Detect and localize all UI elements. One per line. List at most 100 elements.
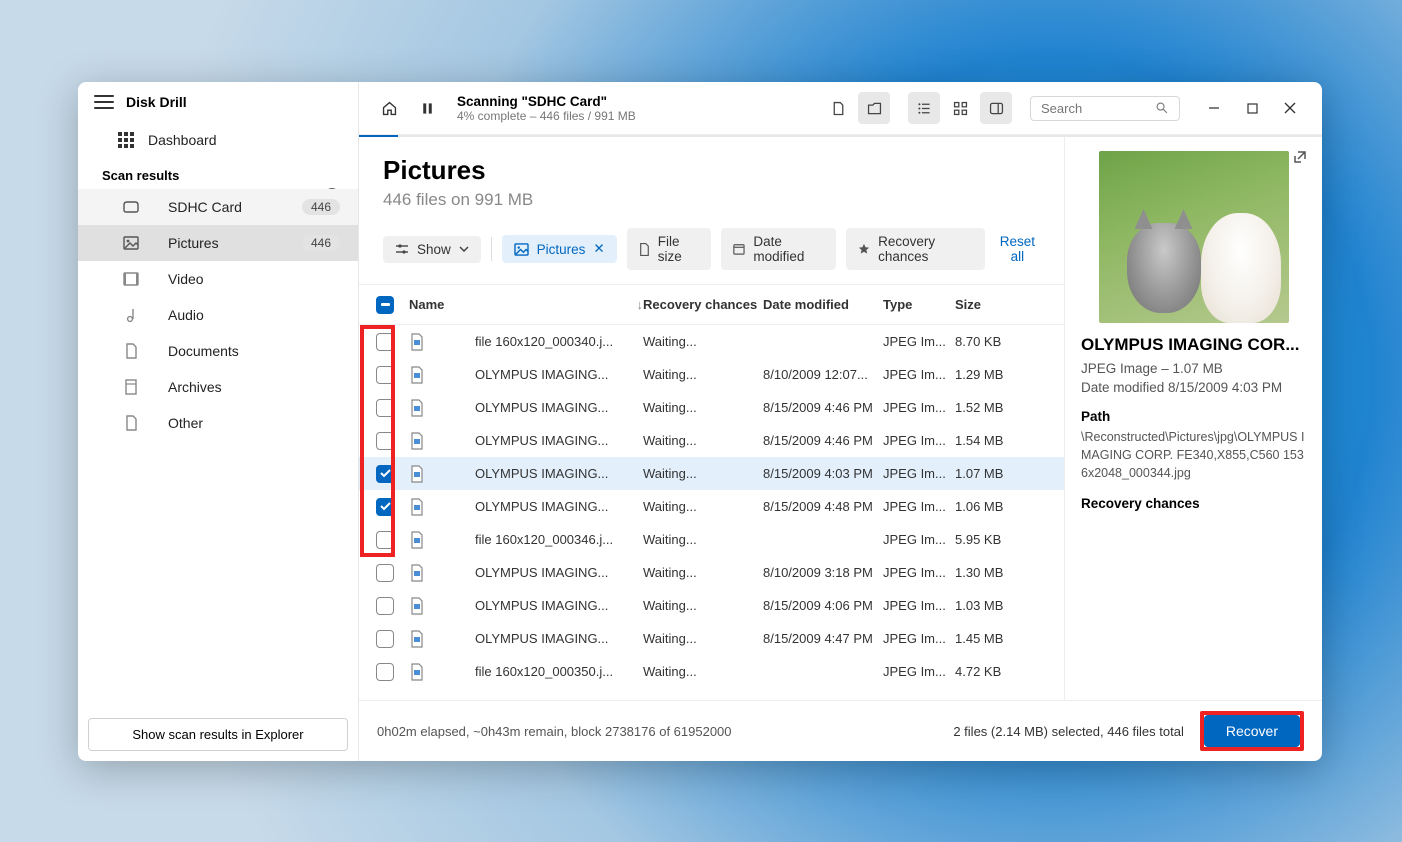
preview-path: \Reconstructed\Pictures\jpg\OLYMPUS IMAG… [1081, 428, 1306, 482]
row-checkbox[interactable] [376, 366, 394, 384]
cell-type: JPEG Im... [883, 565, 955, 580]
reset-all-button[interactable]: Reset all [995, 234, 1040, 264]
video-icon [122, 272, 140, 286]
file-name: OLYMPUS IMAGING... [475, 598, 608, 613]
cell-size: 1.52 MB [955, 400, 1027, 415]
list-view-icon[interactable] [908, 92, 940, 124]
file-name: file 160x120_000346.j... [475, 532, 613, 547]
sidebar-item-other[interactable]: Other [78, 405, 358, 441]
date-filter[interactable]: Date modified [721, 228, 836, 270]
show-in-explorer-button[interactable]: Show scan results in Explorer [88, 718, 348, 751]
table-row[interactable]: OLYMPUS IMAGING...Waiting...8/15/2009 4:… [359, 457, 1064, 490]
cell-date: 8/15/2009 4:48 PM [763, 499, 883, 514]
cell-type: JPEG Im... [883, 400, 955, 415]
cell-type: JPEG Im... [883, 499, 955, 514]
pictures-filter[interactable]: Pictures ✕ [502, 235, 617, 263]
app-title: Disk Drill [126, 94, 187, 110]
page-title: Pictures [383, 155, 1040, 186]
cell-date: 8/10/2009 3:18 PM [763, 565, 883, 580]
row-checkbox[interactable] [376, 333, 394, 351]
table-row[interactable]: file 160x120_000346.j...Waiting...JPEG I… [359, 523, 1064, 556]
search-input[interactable] [1041, 101, 1155, 116]
sliders-icon [395, 243, 409, 255]
table-row[interactable]: OLYMPUS IMAGING...Waiting...8/10/2009 3:… [359, 556, 1064, 589]
footer: 0h02m elapsed, ~0h43m remain, block 2738… [359, 700, 1322, 761]
preview-path-label: Path [1081, 409, 1306, 424]
row-checkbox[interactable] [376, 399, 394, 417]
table-row[interactable]: OLYMPUS IMAGING...Waiting...8/10/2009 12… [359, 358, 1064, 391]
grid-view-icon[interactable] [944, 92, 976, 124]
filesize-filter[interactable]: File size [627, 228, 712, 270]
cell-recovery: Waiting... [643, 631, 763, 646]
open-external-icon[interactable] [1292, 149, 1308, 165]
row-checkbox[interactable] [376, 630, 394, 648]
col-name[interactable]: Name↓ [403, 297, 643, 312]
clear-filter-icon[interactable]: ✕ [593, 241, 604, 257]
recovery-filter[interactable]: Recovery chances [846, 228, 985, 270]
table-row[interactable]: OLYMPUS IMAGING...Waiting...8/15/2009 4:… [359, 622, 1064, 655]
search-icon [1155, 101, 1169, 115]
folder-view-icon[interactable] [858, 92, 890, 124]
col-date[interactable]: Date modified [763, 297, 883, 312]
table-row[interactable]: OLYMPUS IMAGING...Waiting...8/15/2009 4:… [359, 589, 1064, 622]
file-view-icon[interactable] [822, 92, 854, 124]
row-checkbox[interactable] [376, 531, 394, 549]
cell-type: JPEG Im... [883, 466, 955, 481]
cell-size: 1.03 MB [955, 598, 1027, 613]
page-subtitle: 446 files on 991 MB [383, 190, 1040, 210]
row-checkbox[interactable] [376, 597, 394, 615]
close-button[interactable] [1272, 94, 1308, 122]
table-row[interactable]: OLYMPUS IMAGING...Waiting...8/15/2009 4:… [359, 424, 1064, 457]
search-field[interactable] [1030, 96, 1180, 121]
sidebar-dashboard[interactable]: Dashboard [78, 122, 358, 158]
cell-recovery: Waiting... [643, 334, 763, 349]
col-recovery[interactable]: Recovery chances [643, 297, 763, 312]
sidebar-item-audio[interactable]: Audio [78, 297, 358, 333]
file-name: OLYMPUS IMAGING... [475, 433, 608, 448]
sidebar-item-archives[interactable]: Archives [78, 369, 358, 405]
other-icon [122, 415, 140, 431]
cell-type: JPEG Im... [883, 433, 955, 448]
minimize-button[interactable] [1196, 94, 1232, 122]
recover-button[interactable]: Recover [1204, 715, 1300, 747]
preview-date: Date modified 8/15/2009 4:03 PM [1081, 380, 1306, 395]
table-row[interactable]: OLYMPUS IMAGING...Waiting...8/15/2009 4:… [359, 391, 1064, 424]
table-row[interactable]: OLYMPUS IMAGING...Waiting...8/15/2009 4:… [359, 490, 1064, 523]
row-checkbox[interactable] [376, 432, 394, 450]
sidebar-item-label: Archives [168, 379, 222, 395]
cell-recovery: Waiting... [643, 499, 763, 514]
sidebar-item-video[interactable]: Video [78, 261, 358, 297]
pause-button[interactable] [411, 92, 443, 124]
cell-size: 5.95 KB [955, 532, 1027, 547]
sidebar-item-pictures[interactable]: Pictures 446 [78, 225, 358, 261]
col-size[interactable]: Size [955, 297, 1027, 312]
preview-title: OLYMPUS IMAGING COR... [1081, 335, 1306, 355]
panel-view-icon[interactable] [980, 92, 1012, 124]
show-filter[interactable]: Show [383, 236, 481, 263]
cell-size: 1.45 MB [955, 631, 1027, 646]
cell-date: 8/15/2009 4:03 PM [763, 466, 883, 481]
cell-type: JPEG Im... [883, 367, 955, 382]
file-name: file 160x120_000350.j... [475, 664, 613, 679]
cell-recovery: Waiting... [643, 466, 763, 481]
table-row[interactable]: file 160x120_000350.j...Waiting...JPEG I… [359, 655, 1064, 688]
col-type[interactable]: Type [883, 297, 955, 312]
table-header: Name↓ Recovery chances Date modified Typ… [359, 285, 1064, 325]
file-name: file 160x120_000340.j... [475, 334, 613, 349]
menu-icon[interactable] [94, 95, 114, 109]
select-all-checkbox[interactable] [376, 296, 394, 314]
sidebar-item-documents[interactable]: Documents [78, 333, 358, 369]
selection-info: 2 files (2.14 MB) selected, 446 files to… [953, 724, 1184, 739]
sidebar-item-sdhc-card[interactable]: SDHC Card 446 [78, 189, 358, 225]
row-checkbox[interactable] [376, 498, 394, 516]
row-checkbox[interactable] [376, 663, 394, 681]
row-checkbox[interactable] [376, 564, 394, 582]
cell-type: JPEG Im... [883, 532, 955, 547]
row-checkbox[interactable] [376, 465, 394, 483]
maximize-button[interactable] [1234, 94, 1270, 122]
archive-icon [122, 379, 140, 395]
main-panel: Scanning "SDHC Card" 4% complete – 446 f… [359, 82, 1322, 761]
table-row[interactable]: file 160x120_000340.j... Waiting... JPEG I… [359, 325, 1064, 358]
cell-type: JPEG Im... [883, 334, 955, 349]
home-button[interactable] [373, 92, 405, 124]
